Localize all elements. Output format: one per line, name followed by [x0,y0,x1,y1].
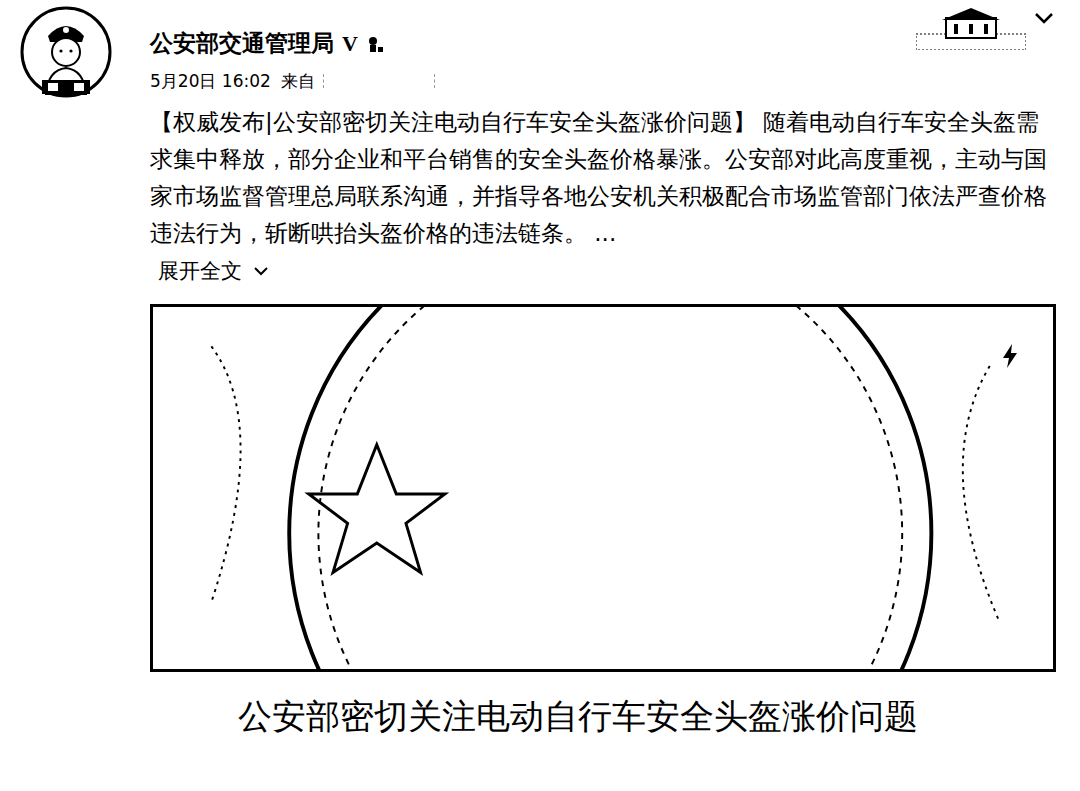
verified-badge: V [342,31,358,57]
emblem-picture-icon [153,307,1053,669]
post-source: 来自 [281,70,315,93]
post-time: 5月20日 16:02 [150,70,271,93]
post-text: 【权威发布|公安部密切关注电动自行车安全头盔涨价问题】 随着电动自行车安全头盔需… [150,104,1056,252]
more-chevron-icon[interactable] [1032,6,1056,30]
expand-button[interactable]: 展开全文 [150,252,1056,290]
media-caption: 公安部密切关注电动自行车安全头盔涨价问题 [150,672,1006,750]
weibo-post: 公安部交通管理局 V 5月20日 16:02 来自【权威发布|公安部密切关注电动自行车… [0,0,1080,791]
member-level-icon [366,35,384,53]
source-hidden [323,74,435,88]
author-name[interactable]: 公安部交通管理局 [150,28,334,59]
author-avatar[interactable] [20,6,112,98]
expand-chevron-icon [252,262,270,280]
video-frame[interactable] [150,304,1056,672]
lightning-icon [995,341,1025,371]
police-cartoon-icon [20,6,112,98]
post-meta: 5月20日 16:02 来自 [150,68,1056,94]
building-picture-icon [916,6,1026,50]
